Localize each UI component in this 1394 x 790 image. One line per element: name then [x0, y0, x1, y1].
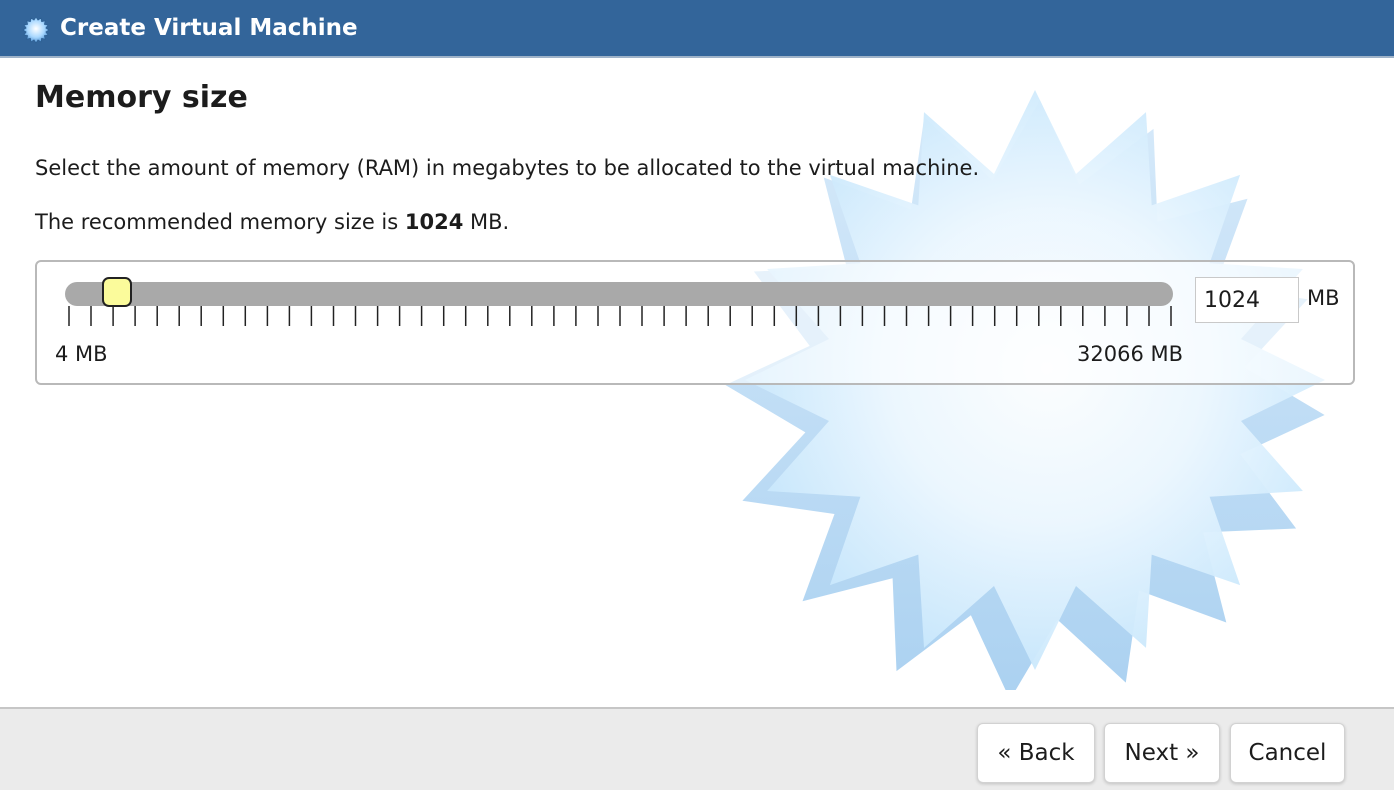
- wizard-window: Create Virtual Machine Memory size Selec…: [0, 0, 1394, 790]
- cancel-button[interactable]: Cancel: [1230, 723, 1345, 783]
- slider-ticks: [68, 306, 1172, 326]
- memory-unit-label: MB: [1307, 286, 1340, 310]
- memory-size-input[interactable]: [1195, 277, 1299, 323]
- slider-handle[interactable]: [102, 277, 133, 307]
- wizard-footer: « Back Next » Cancel: [0, 707, 1394, 790]
- title-bar[interactable]: Create Virtual Machine: [0, 0, 1394, 58]
- max-memory-label: 32066 MB: [1077, 342, 1184, 366]
- recommended-value: 1024: [404, 210, 464, 234]
- memory-slider-group: 4 MB 32066 MB MB: [35, 260, 1355, 385]
- description-text: Select the amount of memory (RAM) in meg…: [35, 156, 980, 180]
- window-title: Create Virtual Machine: [60, 15, 358, 41]
- next-button[interactable]: Next »: [1104, 723, 1220, 783]
- starburst-icon: [22, 16, 50, 44]
- back-button[interactable]: « Back: [977, 723, 1095, 783]
- page-title: Memory size: [35, 80, 248, 115]
- min-memory-label: 4 MB: [55, 342, 108, 366]
- slider-track[interactable]: [65, 282, 1173, 306]
- recommended-size-text: The recommended memory size is 1024 MB.: [35, 208, 509, 236]
- recommend-suffix: MB.: [463, 210, 510, 234]
- recommend-prefix: The recommended memory size is: [35, 210, 405, 234]
